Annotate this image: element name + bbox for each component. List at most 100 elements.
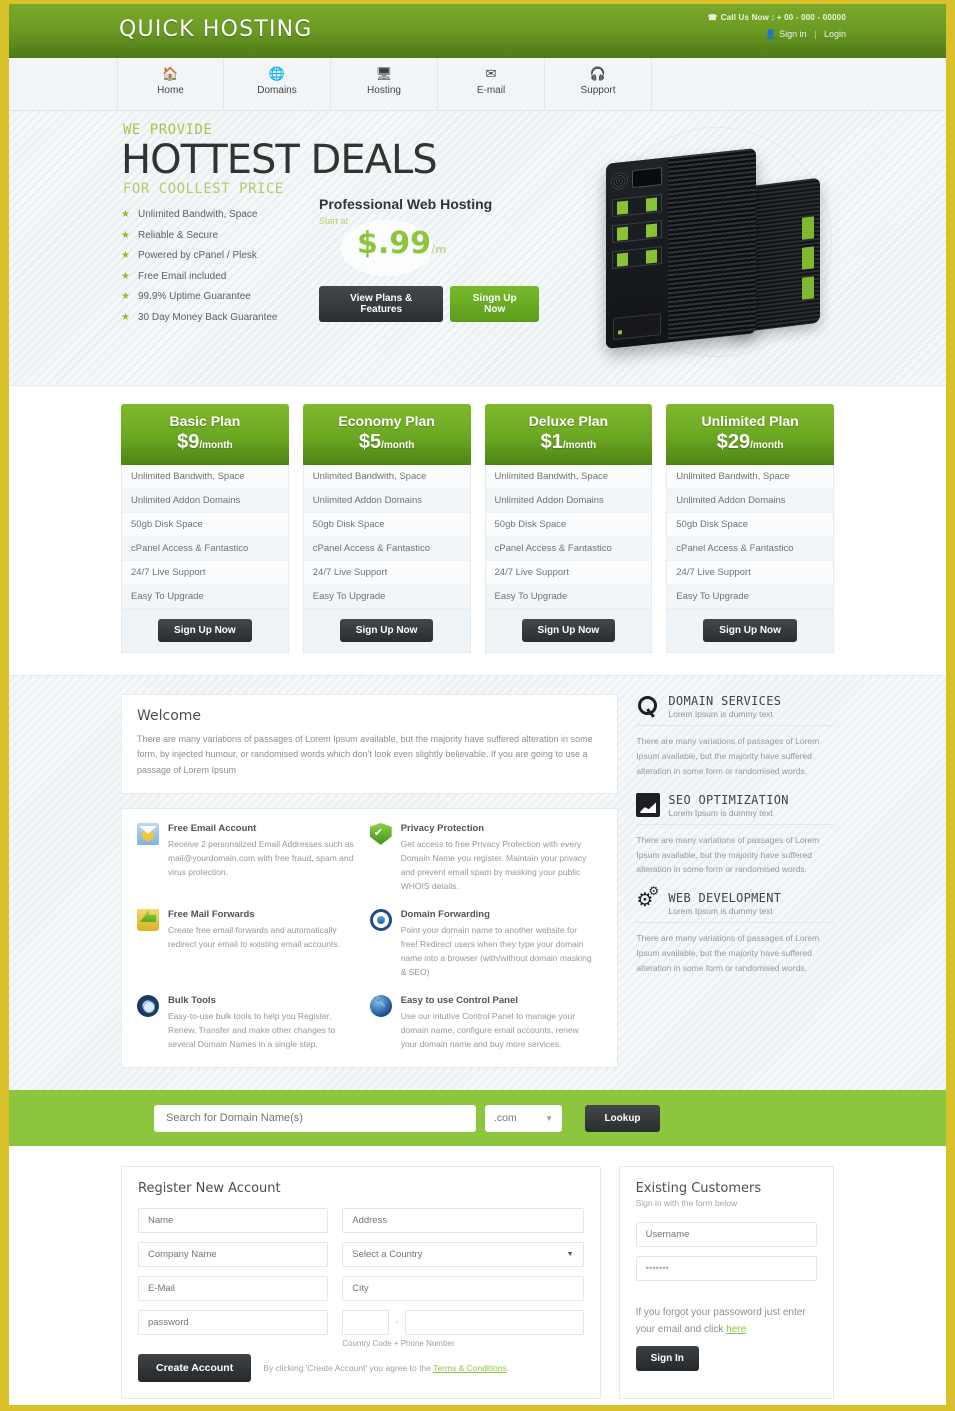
nav-label-domains: Domains <box>257 85 297 96</box>
country-select[interactable]: Select a Country ▼ <box>342 1242 584 1268</box>
star-icon: ★ <box>121 229 130 241</box>
name-field[interactable] <box>138 1208 329 1234</box>
hero-eyebrow: WE PROVIDE <box>123 122 213 138</box>
call-us-line: ☎ Call Us Now : + 00 - 000 - 00000 <box>707 13 846 22</box>
plan-header: Basic Plan $9/month <box>121 404 289 465</box>
register-left-column <box>138 1208 329 1348</box>
front-control-panel <box>613 313 661 341</box>
features-card: Free Email Account Receive 2 personalize… <box>121 807 619 1069</box>
plan-feature-list: Unlimited Bandwith, Space Unlimited Addo… <box>666 465 834 610</box>
service-tagline: Lorem Ipsum is dummy text <box>668 807 773 818</box>
list-item: ★ 99.9% Uptime Guarantee <box>121 291 278 302</box>
mail-forward-icon <box>137 908 159 931</box>
service-title: WEB DEVELOPMENT <box>668 891 782 906</box>
feature-domain-forwarding: Domain Forwarding Point your domain name… <box>369 908 603 979</box>
nav-label-support: Support <box>580 85 616 96</box>
list-item: ★ 30 Day Money Back Guarantee <box>121 312 278 323</box>
feature-bulk-tools: Bulk Tools Easy-to-use bulk tools to hel… <box>137 995 370 1051</box>
envelope-icon: ✉ <box>485 66 497 81</box>
star-icon: ★ <box>121 291 130 302</box>
account-forms-section: Register New Account Select a Country ▼ <box>9 1146 946 1405</box>
create-account-button[interactable]: Create Account <box>138 1354 252 1383</box>
feature-title: Bulk Tools <box>168 995 216 1007</box>
service-header: DOMAIN SERVICES Lorem Ipsum is dummy tex… <box>636 694 834 726</box>
list-item: 50gb Disk Space <box>667 513 833 537</box>
plan-feature-list: Unlimited Bandwith, Space Unlimited Addo… <box>484 465 653 610</box>
company-name-field[interactable] <box>138 1242 329 1268</box>
main-navigation: 🏠 Home 🌐 Domains 🖥 Hosting ✉ E-mail 🎧 Su… <box>9 58 946 111</box>
feature-title: Free Mail Forwards <box>168 908 255 920</box>
login-subtitle: Sign in with the form below <box>635 1198 738 1209</box>
lookup-button[interactable]: Lookup <box>585 1104 660 1132</box>
list-item: 24/7 Live Support <box>485 561 652 585</box>
city-field[interactable] <box>342 1276 584 1302</box>
tld-select[interactable]: .com ▼ <box>485 1104 562 1132</box>
password-field[interactable] <box>138 1310 329 1336</box>
feature-title: Free Email Account <box>168 822 257 834</box>
plan-signup-button[interactable]: Sign Up Now <box>521 619 616 642</box>
optical-drive <box>632 166 662 189</box>
forgot-password-link[interactable]: here <box>726 1324 746 1335</box>
login-link[interactable]: Login <box>824 29 846 39</box>
username-field[interactable] <box>635 1222 817 1248</box>
register-right-column: Select a Country ▼ - Country Code + Phon… <box>342 1208 584 1348</box>
home-icon: 🏠 <box>162 66 179 81</box>
register-footer: Create Account By clicking 'Create Accou… <box>138 1354 584 1383</box>
list-item: 24/7 Live Support <box>667 561 833 585</box>
plan-signup-button[interactable]: Sign Up Now <box>339 619 434 642</box>
view-plans-button[interactable]: View Plans & Features <box>319 286 444 322</box>
nav-item-home[interactable]: 🏠 Home <box>117 58 224 110</box>
terms-conditions-link[interactable]: Terms & Conditions <box>433 1363 507 1373</box>
globe-icon: 🌐 <box>268 66 286 81</box>
nav-item-hosting[interactable]: 🖥 Hosting <box>331 58 438 110</box>
sign-in-button[interactable]: Sign In <box>635 1346 699 1372</box>
pricing-plans-section: Basic Plan $9/month Unlimited Bandwith, … <box>9 386 946 675</box>
phone-number-field[interactable] <box>404 1310 584 1336</box>
feature-text: Domain Forwarding Point your domain name… <box>401 909 593 979</box>
address-field[interactable] <box>342 1208 584 1234</box>
plan-header: Deluxe Plan $1/month <box>484 404 653 465</box>
tower-vent-side <box>668 148 756 343</box>
list-item: 24/7 Live Support <box>122 561 288 585</box>
plan-signup-button[interactable]: Sign Up Now <box>158 619 252 642</box>
service-body: There are many variations of passages of… <box>636 834 820 875</box>
feature-text: Free Email Account Receive 2 personalize… <box>168 823 360 893</box>
nav-item-support[interactable]: 🎧 Support <box>545 58 652 110</box>
plan-signup-button[interactable]: Sign Up Now <box>703 619 797 642</box>
email-envelope-icon <box>137 822 159 845</box>
site-logo[interactable]: QUICK HOSTING <box>119 17 313 42</box>
hero-signup-button[interactable]: Singn Up Now <box>450 286 539 322</box>
service-seo-optimization: SEO OPTIMIZATION Lorem Ipsum is dummy te… <box>636 793 834 878</box>
plan-price-period: /month <box>199 440 233 451</box>
login-title: Existing Customers <box>635 1181 762 1197</box>
login-password-field[interactable] <box>635 1256 817 1282</box>
country-code-field[interactable] <box>342 1310 390 1336</box>
email-field[interactable] <box>138 1276 329 1302</box>
list-item: Unlimited Bandwith, Space <box>667 465 833 489</box>
existing-customers-card: Existing Customers Sign in with the form… <box>618 1166 834 1400</box>
plan-price: $9/month <box>121 431 289 454</box>
bulk-gear-icon <box>137 995 159 1018</box>
service-tagline: Lorem Ipsum is dummy text <box>668 709 773 719</box>
terms-suffix-text: . <box>506 1363 510 1374</box>
feature-text: Easy to use Control Panel Use our intuti… <box>401 995 593 1051</box>
star-icon: ★ <box>121 311 130 323</box>
service-title: SEO OPTIMIZATION <box>668 792 789 807</box>
auth-separator: | <box>814 29 817 39</box>
site-header: QUICK HOSTING ☎ Call Us Now : + 00 - 000 … <box>9 4 946 58</box>
plan-price-value: $29 <box>716 431 751 453</box>
nav-item-domains[interactable]: 🌐 Domains <box>224 58 331 110</box>
list-item: ★ Reliable & Secure <box>121 230 278 241</box>
hero-banner: WE PROVIDE HOTTEST DEALS FOR COOLLEST PR… <box>9 111 946 386</box>
plan-footer: Sign Up Now <box>302 610 471 653</box>
service-title: DOMAIN SERVICES <box>668 694 782 708</box>
search-input[interactable] <box>154 1104 476 1132</box>
promo-price: $.99/m <box>357 226 447 261</box>
promo-title: Professional Web Hosting <box>319 196 493 212</box>
nav-item-email[interactable]: ✉ E-mail <box>438 58 545 110</box>
telephone-icon: ☎ <box>707 13 718 22</box>
hero-bullet-text: 30 Day Money Back Guarantee <box>137 311 278 323</box>
welcome-title: Welcome <box>137 708 202 724</box>
nav-label-email: E-mail <box>476 85 506 96</box>
sign-in-link[interactable]: Sign in <box>779 29 807 39</box>
